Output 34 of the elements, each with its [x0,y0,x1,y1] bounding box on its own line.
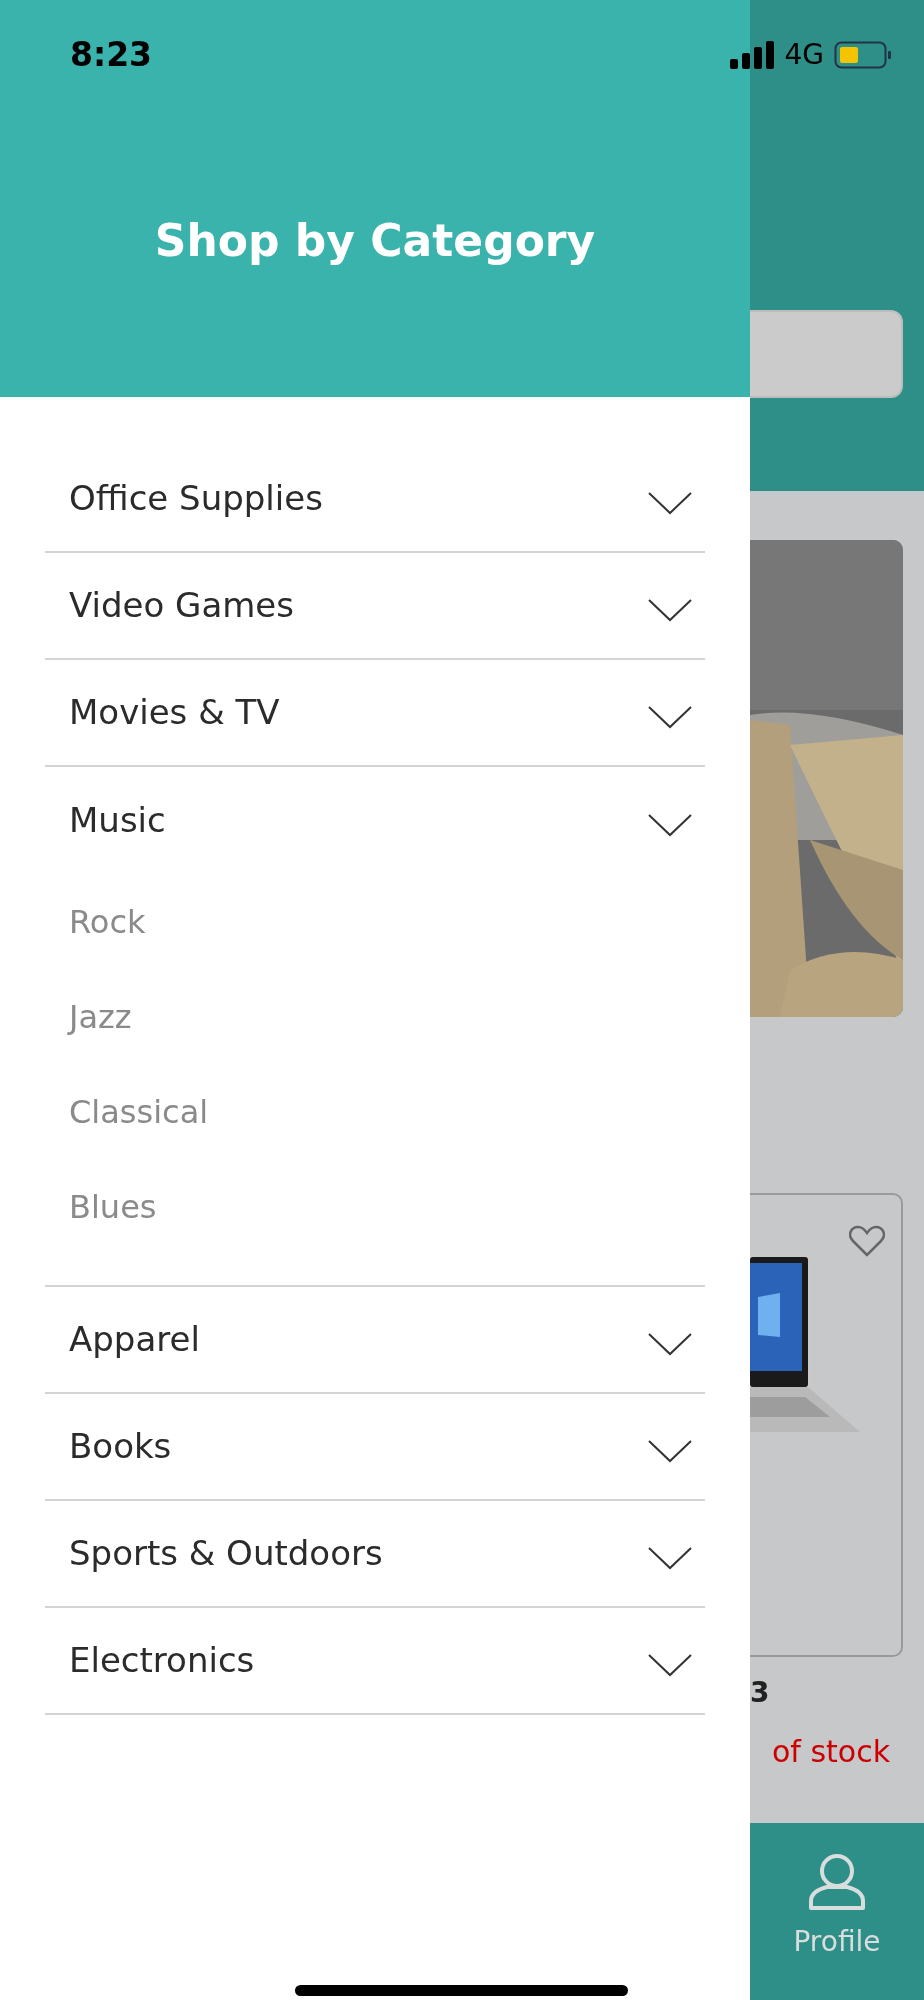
chevron-down-icon [647,1437,693,1464]
category-label: Office Supplies [69,477,323,520]
product-name: 3 [750,1675,771,1707]
chevron-down-icon [647,1651,693,1678]
category-row[interactable]: Electronics [45,1608,705,1715]
category-label: Electronics [69,1639,255,1682]
chevron-down-icon [647,811,693,838]
category-row[interactable]: Sports & Outdoors [45,1501,705,1608]
category-row[interactable]: Music [45,767,705,874]
category-label: Books [69,1425,172,1468]
category-row[interactable]: Video Games [45,553,705,660]
chevron-down-icon [647,703,693,730]
category-row[interactable]: Office Supplies [45,446,705,553]
category-row[interactable]: Movies & TV [45,660,705,767]
person-icon [807,1853,867,1911]
search-field[interactable] [750,310,903,398]
chevron-down-icon [647,1544,693,1571]
signal-icon [730,41,775,69]
status-time: 8:23 [70,34,153,77]
category-label: Video Games [69,584,294,627]
network-label: 4G [784,37,824,73]
category-label: Sports & Outdoors [69,1532,383,1575]
category-label: Movies & TV [69,691,280,734]
chevron-down-icon [647,596,693,623]
stock-status: of stock [771,1733,892,1767]
chevron-down-icon [647,489,693,516]
heart-icon[interactable] [849,1225,885,1257]
category-row[interactable]: Apparel [45,1287,705,1394]
chevron-down-icon [647,1330,693,1357]
battery-icon [834,41,892,69]
drawer-title: Shop by Category [154,213,596,268]
category-label: Apparel [69,1318,200,1361]
category-label: Music [69,799,166,842]
category-row[interactable]: Books [45,1394,705,1501]
